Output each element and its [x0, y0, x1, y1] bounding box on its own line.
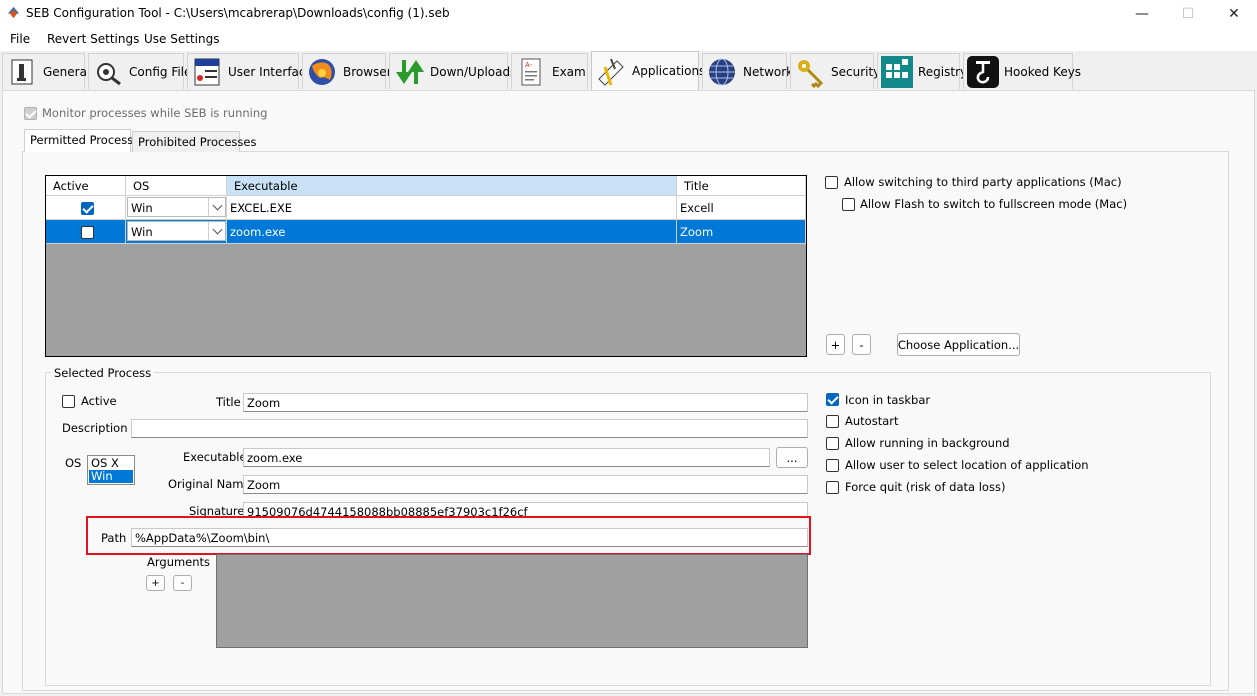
path-label: Path: [101, 531, 127, 545]
seb-app-icon: [7, 6, 20, 19]
security-icon: [798, 59, 824, 88]
os-listbox[interactable]: OS X Win: [87, 455, 135, 485]
row-active-checkbox[interactable]: [81, 226, 94, 239]
executable-field[interactable]: zoom.exe: [243, 448, 770, 467]
network-icon: [709, 58, 735, 85]
path-field[interactable]: %AppData%\Zoom\bin\: [131, 528, 808, 547]
autostart-checkbox[interactable]: [826, 415, 839, 428]
force-quit-checkbox[interactable]: [826, 481, 839, 494]
tab-prohibited-processes[interactable]: Prohibited Processes: [132, 131, 256, 152]
tab-down-uploads[interactable]: Down/Uploads: [389, 53, 516, 89]
title-bar: SEB Configuration Tool - C:\Users\mcabre…: [0, 0, 1257, 27]
config-file-icon: [97, 62, 121, 85]
minimize-button[interactable]: —: [1119, 0, 1165, 27]
tab-user-interface[interactable]: User Interface: [187, 53, 313, 89]
user-interface-icon: [194, 58, 220, 85]
applications-icon: [598, 58, 624, 86]
remove-argument-button[interactable]: -: [173, 575, 192, 591]
tab-applications[interactable]: Applications: [591, 51, 705, 90]
row-active-checkbox[interactable]: [81, 202, 94, 215]
browse-executable-button[interactable]: ...: [776, 447, 808, 468]
monitor-processes-checkbox[interactable]: [24, 107, 37, 120]
allow-select-location-label: Allow user to select location of applica…: [845, 458, 1089, 472]
row-cell-title: Zoom: [677, 220, 806, 244]
chevron-down-icon: [208, 222, 225, 240]
settings-tabstrip: General Config File User Interface Brows…: [0, 51, 1257, 90]
os-label: OS: [65, 456, 82, 470]
autostart-label: Autostart: [845, 414, 899, 428]
grid-header-os[interactable]: OS: [126, 176, 227, 196]
tab-permitted-processes[interactable]: Permitted Processes: [24, 129, 146, 152]
monitor-processes-label: Monitor processes while SEB is running: [42, 106, 268, 120]
general-icon: [11, 59, 33, 84]
exam-icon: A-: [521, 58, 541, 85]
selected-process-title: Selected Process: [51, 366, 155, 380]
os-option-win[interactable]: Win: [89, 470, 133, 483]
original-name-label: Original Name: [168, 477, 251, 491]
maximize-button[interactable]: ☐: [1165, 0, 1211, 27]
icon-in-taskbar-label: Icon in taskbar: [845, 393, 931, 407]
allow-select-location-checkbox[interactable]: [826, 459, 839, 472]
grid-header-executable[interactable]: Executable: [227, 176, 677, 196]
row-cell-title: Excell: [677, 196, 806, 220]
tab-browser[interactable]: Browser: [302, 53, 392, 89]
allow-flash-checkbox[interactable]: [842, 198, 855, 211]
registry-icon: [881, 55, 913, 88]
allow-running-background-checkbox[interactable]: [826, 437, 839, 450]
choose-application-button[interactable]: Choose Application...: [897, 333, 1020, 356]
tab-registry[interactable]: Registry: [877, 53, 967, 89]
row-cell-executable: zoom.exe: [227, 220, 677, 244]
allow-flash-label: Allow Flash to switch to fullscreen mode…: [860, 197, 1128, 211]
title-label: Title: [216, 395, 241, 409]
description-label: Description: [62, 421, 128, 435]
icon-in-taskbar-checkbox[interactable]: [826, 393, 839, 406]
row-os-combobox[interactable]: Win: [127, 197, 226, 217]
grid-header-active[interactable]: Active: [46, 176, 126, 196]
allow-third-party-label: Allow switching to third party applicati…: [844, 175, 1122, 189]
menu-bar: File Revert Settings Use Settings: [0, 27, 1257, 51]
description-field[interactable]: [131, 419, 808, 438]
menu-file[interactable]: File: [10, 32, 30, 46]
process-active-label: Active: [81, 394, 117, 408]
processes-grid[interactable]: Active OS Executable Title Win EXCEL.EXE…: [45, 175, 807, 357]
title-field[interactable]: Zoom: [243, 393, 808, 412]
menu-use-settings[interactable]: Use Settings: [144, 32, 219, 46]
row-os-combobox[interactable]: Win: [127, 221, 226, 241]
force-quit-label: Force quit (risk of data loss): [845, 480, 1006, 494]
window-title: SEB Configuration Tool - C:\Users\mcabre…: [26, 6, 450, 20]
tab-network[interactable]: Network: [702, 53, 793, 89]
process-active-checkbox[interactable]: [62, 395, 75, 408]
tab-hooked-keys[interactable]: Hooked Keys: [963, 53, 1081, 89]
svg-text:A-: A-: [525, 62, 533, 69]
original-name-field[interactable]: Zoom: [243, 475, 808, 494]
down-uploads-icon: [396, 59, 424, 84]
allow-third-party-checkbox[interactable]: [825, 176, 838, 189]
menu-revert-settings[interactable]: Revert Settings: [47, 32, 139, 46]
arguments-grid[interactable]: [216, 554, 808, 648]
remove-process-button[interactable]: -: [852, 334, 871, 355]
chevron-down-icon: [208, 198, 225, 216]
hooked-keys-icon: [967, 55, 999, 88]
grid-header-title[interactable]: Title: [677, 176, 806, 196]
tab-config-file[interactable]: Config File: [88, 53, 191, 89]
executable-label: Executable: [183, 450, 247, 464]
close-button[interactable]: ✕: [1211, 0, 1257, 27]
tab-security[interactable]: Security: [790, 53, 880, 89]
add-argument-button[interactable]: +: [146, 575, 165, 591]
browser-icon: [309, 58, 335, 85]
row-cell-executable: EXCEL.EXE: [227, 196, 677, 220]
add-process-button[interactable]: +: [826, 334, 845, 355]
tab-exam[interactable]: A- Exam: [511, 53, 588, 89]
tab-general[interactable]: General: [2, 53, 90, 89]
allow-running-background-label: Allow running in background: [845, 436, 1010, 450]
arguments-label: Arguments: [147, 555, 211, 569]
